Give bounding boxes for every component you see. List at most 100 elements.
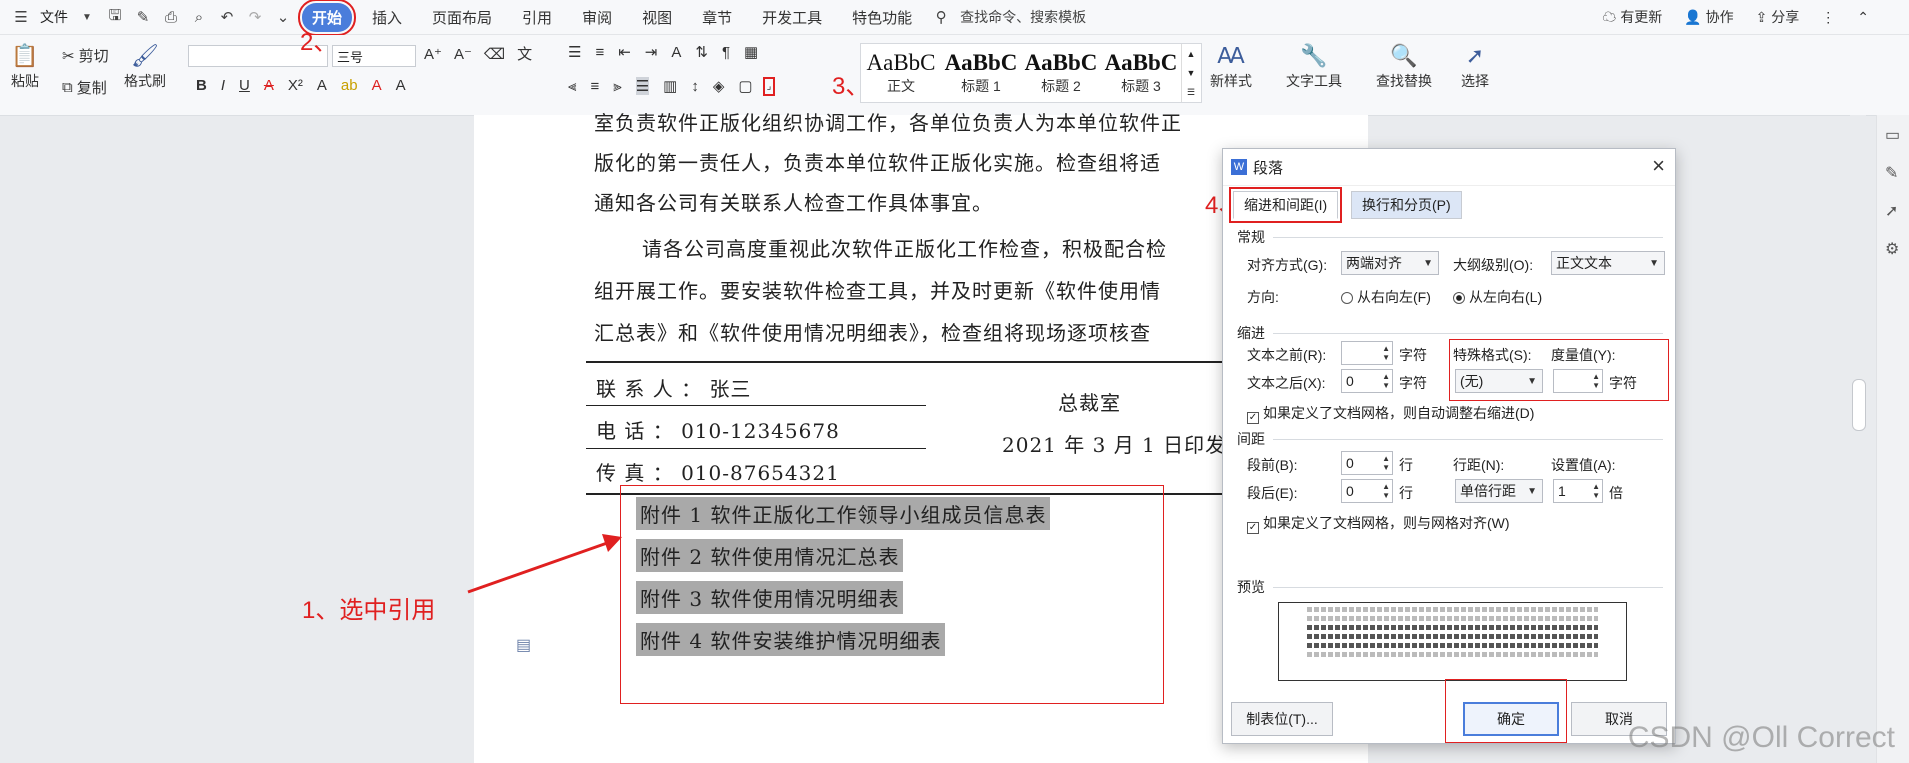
tab-insert[interactable]: 插入 bbox=[362, 3, 412, 32]
spin-icon[interactable]: ▲ ▼ bbox=[1592, 482, 1600, 500]
select-button[interactable]: ➚ 选择 bbox=[1460, 41, 1490, 91]
pen-icon[interactable]: ✎ bbox=[1885, 163, 1902, 183]
more-icon[interactable]: ⌄ bbox=[274, 8, 292, 26]
vertical-scrollbar[interactable] bbox=[1850, 115, 1866, 763]
phonetic-icon[interactable]: 文 bbox=[517, 43, 532, 64]
unit-line[interactable]: 行 bbox=[1399, 483, 1413, 503]
collab-button[interactable]: 👤 协作 bbox=[1684, 7, 1733, 27]
decrease-indent-icon[interactable]: ⇤ bbox=[618, 43, 631, 61]
tab-line-page-break[interactable]: 换行和分页(P) bbox=[1351, 191, 1462, 219]
strikethrough-icon[interactable]: A bbox=[264, 77, 274, 94]
distributed-icon[interactable]: ▥ bbox=[663, 77, 677, 95]
underline-icon[interactable]: U bbox=[239, 77, 250, 94]
shrink-font-icon[interactable]: A⁻ bbox=[454, 45, 472, 63]
bullet-list-icon[interactable]: ☰ bbox=[568, 43, 581, 61]
setting-input[interactable]: 1 ▲ ▼ bbox=[1553, 479, 1603, 503]
style-heading1[interactable]: AaBbC 标题 1 bbox=[941, 44, 1021, 102]
spin-icon[interactable]: ▲ ▼ bbox=[1382, 372, 1390, 390]
tab-indent-spacing[interactable]: 缩进和间距(I) bbox=[1228, 187, 1343, 223]
align-left-icon[interactable]: ⫷ bbox=[568, 78, 576, 95]
style-heading3[interactable]: AaBbC 标题 3 bbox=[1101, 44, 1181, 102]
tab-developer[interactable]: 开发工具 bbox=[752, 3, 832, 32]
line-spacing-icon[interactable]: ↕ bbox=[691, 78, 699, 95]
tab-features[interactable]: 特色功能 bbox=[842, 3, 922, 32]
style-heading2[interactable]: AaBbC 标题 2 bbox=[1021, 44, 1101, 102]
tab-section[interactable]: 章节 bbox=[692, 3, 742, 32]
text-tools-button[interactable]: 🔧 文字工具 bbox=[1286, 41, 1342, 91]
space-before-input[interactable]: 0 ▲ ▼ bbox=[1341, 451, 1393, 475]
text-effect-icon[interactable]: A bbox=[317, 77, 327, 94]
paste-button[interactable]: 📋 粘贴 bbox=[10, 41, 40, 91]
align-center-icon[interactable]: ≡ bbox=[590, 78, 599, 95]
collapse-ribbon-icon[interactable]: ⌃ bbox=[1857, 9, 1869, 26]
undo-icon[interactable]: ↶ bbox=[218, 8, 236, 26]
pointer-icon[interactable]: ➚ bbox=[1885, 201, 1902, 221]
number-list-icon[interactable]: ≡ bbox=[595, 44, 604, 61]
grow-font-icon[interactable]: A⁺ bbox=[424, 45, 442, 63]
rtl-radio[interactable]: 从右向左(F) bbox=[1341, 287, 1431, 307]
sort-icon[interactable]: ⇅ bbox=[695, 43, 708, 61]
command-search[interactable]: 查找命令、搜索模板 bbox=[960, 7, 1086, 27]
chinese-layout-icon[interactable]: A bbox=[671, 44, 681, 61]
collapse-icon[interactable]: ▭ bbox=[1885, 125, 1902, 145]
format-brush-icon[interactable]: ✎ bbox=[134, 8, 152, 26]
paste-options-icon[interactable]: ▤ bbox=[516, 635, 531, 655]
auto-indent-checkbox[interactable]: ✓ 如果定义了文档网格，则自动调整右缩进(D) bbox=[1247, 403, 1534, 424]
print-icon[interactable]: ⎙ bbox=[162, 8, 180, 26]
tab-page-layout[interactable]: 页面布局 bbox=[422, 3, 502, 32]
chevron-up-icon[interactable]: ▲ bbox=[1187, 49, 1196, 59]
file-menu[interactable]: 文件 bbox=[40, 7, 68, 27]
shading-icon[interactable]: ◈ bbox=[713, 77, 725, 95]
align-right-icon[interactable]: ⫸ bbox=[613, 78, 621, 95]
after-text-input[interactable]: 0 ▲ ▼ bbox=[1341, 369, 1393, 393]
clear-format-icon[interactable]: ⌫ bbox=[484, 45, 505, 63]
spin-icon[interactable]: ▲ ▼ bbox=[1382, 454, 1390, 472]
print-preview-icon[interactable]: ⌕ bbox=[190, 8, 208, 26]
ltr-radio[interactable]: 从左向右(L) bbox=[1453, 287, 1542, 307]
italic-icon[interactable]: I bbox=[221, 77, 225, 94]
justify-icon[interactable]: ☰ bbox=[635, 77, 650, 95]
char-shading-icon[interactable]: A bbox=[396, 77, 406, 94]
new-style-button[interactable]: Ꜳ 新样式 bbox=[1210, 41, 1252, 91]
table-icon[interactable]: ▦ bbox=[744, 43, 758, 61]
superscript-icon[interactable]: X² bbox=[288, 77, 303, 94]
spin-icon[interactable]: ▲ ▼ bbox=[1382, 344, 1390, 362]
before-text-input[interactable]: ▲ ▼ bbox=[1341, 341, 1393, 365]
expand-icon[interactable]: ☰ bbox=[1187, 87, 1195, 98]
highlight-icon[interactable]: ab bbox=[341, 77, 358, 94]
tabs-button[interactable]: 制表位(T)... bbox=[1231, 702, 1333, 736]
tab-view[interactable]: 视图 bbox=[632, 3, 682, 32]
close-icon[interactable]: × bbox=[1652, 153, 1665, 179]
chevron-down-icon[interactable]: ▼ bbox=[1187, 68, 1196, 78]
chevron-down-icon[interactable]: ▼ bbox=[78, 8, 96, 26]
update-button[interactable]: ☁ 有更新 bbox=[1602, 7, 1662, 27]
outline-select[interactable]: 正文文本 ▼ bbox=[1551, 251, 1665, 275]
tab-references[interactable]: 引用 bbox=[512, 3, 562, 32]
paragraph-launcher-icon[interactable]: ⌟ bbox=[762, 76, 776, 96]
more-options-icon[interactable]: ⋮ bbox=[1821, 9, 1835, 26]
increase-indent-icon[interactable]: ⇥ bbox=[645, 43, 658, 61]
save-icon[interactable]: 🖫 bbox=[106, 7, 124, 26]
line-spacing-select[interactable]: 单倍行距 ▼ bbox=[1455, 479, 1543, 503]
unit-char[interactable]: 字符 bbox=[1399, 345, 1427, 365]
hamburger-icon[interactable]: ☰ bbox=[12, 8, 30, 26]
grid-align-checkbox[interactable]: ✓ 如果定义了文档网格，则与网格对齐(W) bbox=[1247, 513, 1510, 534]
copy-button[interactable]: ⧉ 复制 bbox=[62, 77, 107, 98]
style-normal[interactable]: AaBbC 正文 bbox=[861, 44, 941, 102]
unit-line[interactable]: 行 bbox=[1399, 455, 1413, 475]
share-button[interactable]: ⇪ 分享 bbox=[1756, 7, 1800, 27]
scroll-thumb[interactable] bbox=[1852, 379, 1866, 431]
font-color-icon[interactable]: A bbox=[372, 77, 382, 94]
align-select[interactable]: 两端对齐 ▼ bbox=[1341, 251, 1439, 275]
settings-icon[interactable]: ⚙ bbox=[1885, 239, 1902, 259]
unit-char[interactable]: 字符 bbox=[1399, 373, 1427, 393]
format-painter-button[interactable]: 🖌 格式刷 bbox=[124, 41, 166, 91]
border-icon[interactable]: ▢ bbox=[738, 77, 752, 95]
bold-icon[interactable]: B bbox=[196, 77, 207, 94]
font-size-select[interactable]: 三号 bbox=[332, 45, 416, 67]
space-after-input[interactable]: 0 ▲ ▼ bbox=[1341, 479, 1393, 503]
show-marks-icon[interactable]: ¶ bbox=[722, 44, 730, 61]
spin-icon[interactable]: ▲ ▼ bbox=[1382, 482, 1390, 500]
style-scroll[interactable]: ▲ ▼ ☰ bbox=[1181, 44, 1200, 102]
redo-icon[interactable]: ↷ bbox=[246, 8, 264, 26]
